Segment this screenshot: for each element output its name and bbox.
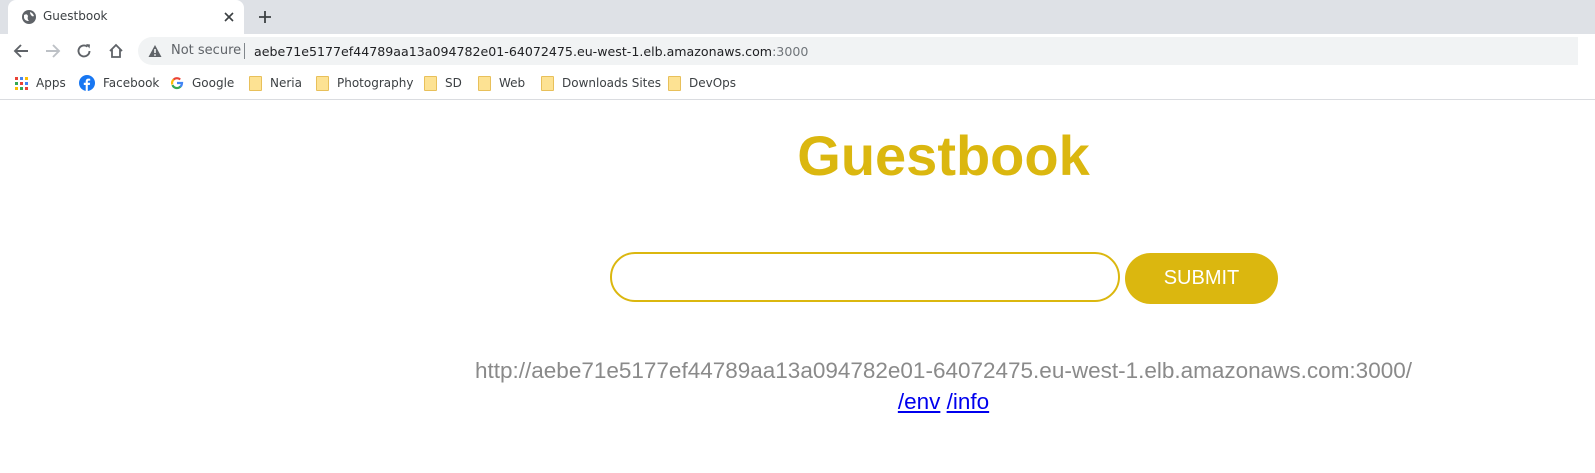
reload-button[interactable] xyxy=(72,39,96,63)
guestbook-entry-input[interactable] xyxy=(610,252,1120,302)
submit-button[interactable]: SUBMIT xyxy=(1125,253,1278,304)
folder-icon xyxy=(249,75,262,91)
bookmark-label: Google xyxy=(192,76,235,90)
bookmark-folder-downloads-sites[interactable]: Downloads Sites xyxy=(541,74,661,92)
tab-title: Guestbook xyxy=(43,9,108,23)
folder-icon xyxy=(541,75,554,91)
bookmark-apps[interactable]: Apps xyxy=(15,74,66,92)
bookmark-label: SD xyxy=(445,76,462,90)
bookmark-folder-devops[interactable]: DevOps xyxy=(668,74,736,92)
bookmark-folder-photography[interactable]: Photography xyxy=(316,74,413,92)
info-link[interactable]: /info xyxy=(947,389,990,414)
url-host: aebe71e5177ef44789aa13a094782e01-6407247… xyxy=(254,44,773,59)
arrow-right-icon xyxy=(46,44,61,58)
new-tab-button[interactable] xyxy=(255,7,275,27)
forward-button[interactable] xyxy=(41,39,65,63)
bookmark-label: Neria xyxy=(270,76,302,90)
globe-icon xyxy=(21,9,37,25)
close-icon[interactable] xyxy=(220,8,238,26)
bookmark-label: Facebook xyxy=(103,76,160,90)
bookmark-google[interactable]: Google xyxy=(170,74,234,92)
apps-grid-icon xyxy=(15,76,28,90)
page-content: Guestbook SUBMIT http://aebe71e5177ef447… xyxy=(0,101,1595,473)
info-links: /env /info xyxy=(0,389,1595,415)
arrow-left-icon xyxy=(13,44,28,58)
bookmark-label: Downloads Sites xyxy=(562,76,662,90)
home-icon xyxy=(109,43,123,58)
host-address: http://aebe71e5177ef44789aa13a094782e01-… xyxy=(475,358,1412,383)
bookmark-folder-neria[interactable]: Neria xyxy=(249,74,302,92)
tab-guestbook[interactable]: Guestbook xyxy=(8,0,244,34)
google-icon xyxy=(170,77,184,90)
bookmark-folder-web[interactable]: Web xyxy=(478,74,525,92)
security-label[interactable]: Not secure xyxy=(171,43,241,58)
page-title: Guestbook xyxy=(797,124,1090,187)
url-text[interactable]: aebe71e5177ef44789aa13a094782e01-6407247… xyxy=(254,44,808,59)
home-button[interactable] xyxy=(104,39,128,63)
bookmark-label: DevOps xyxy=(689,76,737,90)
bookmark-folder-sd[interactable]: SD xyxy=(424,74,462,92)
divider xyxy=(244,43,245,59)
url-port: :3000 xyxy=(772,44,809,59)
address-bar[interactable]: Not secure aebe71e5177ef44789aa13a094782… xyxy=(138,37,1578,65)
facebook-icon xyxy=(79,75,95,91)
bookmark-label: Web xyxy=(499,76,526,90)
folder-icon xyxy=(424,75,437,91)
folder-icon xyxy=(478,75,491,91)
env-link[interactable]: /env xyxy=(898,389,941,414)
bookmarks-bar: Apps Facebook Google Neria Photography S… xyxy=(0,68,1595,100)
bookmark-facebook[interactable]: Facebook xyxy=(79,74,159,92)
browser-toolbar: Not secure aebe71e5177ef44789aa13a094782… xyxy=(0,34,1595,68)
back-button[interactable] xyxy=(9,39,33,63)
bookmark-label: Photography xyxy=(337,76,414,90)
warning-icon[interactable] xyxy=(148,44,162,58)
folder-icon xyxy=(668,75,681,91)
bookmark-label: Apps xyxy=(36,76,66,90)
folder-icon xyxy=(316,75,329,91)
plus-icon xyxy=(259,11,271,23)
tab-strip: Guestbook xyxy=(0,0,1595,34)
reload-icon xyxy=(77,44,91,58)
